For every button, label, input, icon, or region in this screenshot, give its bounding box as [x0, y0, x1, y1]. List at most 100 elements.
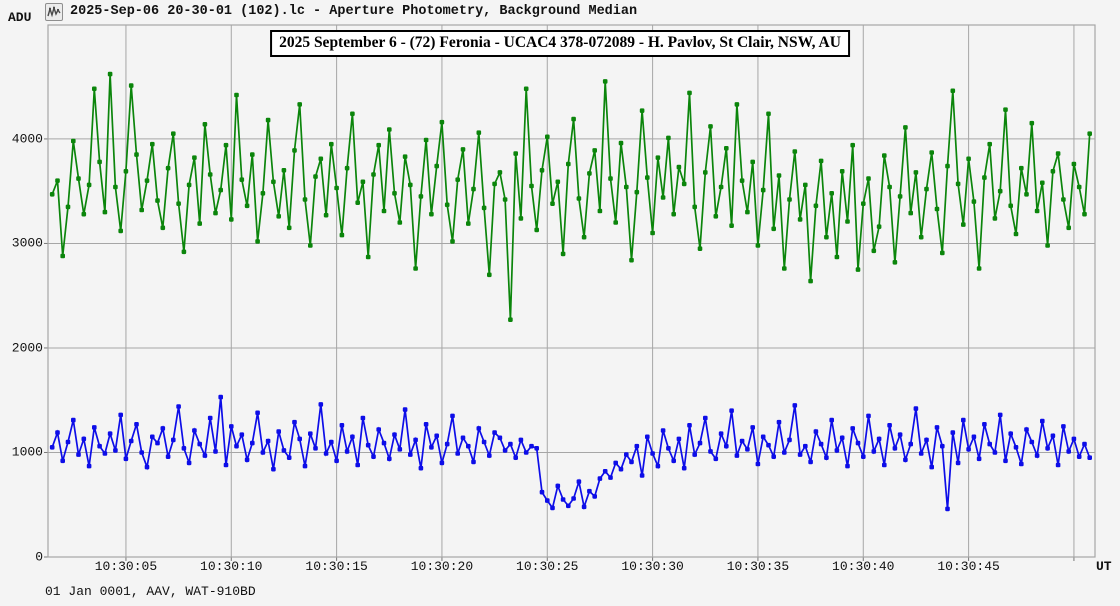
series-blue-point [803, 444, 808, 449]
series-green-point [782, 266, 787, 271]
series-green-point [777, 173, 782, 178]
series-green-point [908, 211, 913, 216]
series-green-point [882, 153, 887, 158]
series-blue-point [60, 459, 65, 464]
series-green-point [282, 168, 287, 173]
series-blue-point [424, 422, 429, 427]
series-green-point [213, 211, 218, 216]
series-green-point [1040, 181, 1045, 186]
series-green-point [366, 255, 371, 260]
series-green-point [245, 204, 250, 209]
series-green-point [787, 197, 792, 202]
series-blue-point [503, 448, 508, 453]
series-green-point [819, 159, 824, 164]
series-green-point [492, 182, 497, 187]
series-green-point [345, 166, 350, 171]
series-green-point [118, 229, 123, 234]
series-green-point [1030, 121, 1035, 126]
series-blue-point [929, 465, 934, 470]
series-blue-point [213, 449, 218, 454]
series-blue-point [224, 463, 229, 468]
series-green-point [750, 160, 755, 165]
light-curve-plot [0, 0, 1120, 606]
series-green-point [692, 205, 697, 210]
series-green-point [929, 150, 934, 155]
series-blue-point [671, 459, 676, 464]
series-blue-point [908, 442, 913, 447]
series-blue-point [814, 429, 819, 434]
series-green-point [677, 165, 682, 170]
series-green-point [50, 192, 55, 197]
series-blue-point [750, 425, 755, 430]
series-blue-point [334, 459, 339, 464]
series-blue-point [97, 444, 102, 449]
series-green-point [498, 170, 503, 175]
series-blue-point [635, 444, 640, 449]
series-green-point [761, 188, 766, 193]
series-green-point [208, 172, 213, 177]
series-green-point [97, 160, 102, 165]
series-green-point [972, 199, 977, 204]
series-green-point [556, 180, 561, 185]
series-green-point [113, 185, 118, 190]
series-blue-point [161, 426, 166, 431]
series-blue-point [398, 447, 403, 452]
series-blue-point [714, 457, 719, 462]
series-green-point [893, 260, 898, 265]
series-green-point [382, 209, 387, 214]
series-green-point [540, 168, 545, 173]
series-green-point [613, 220, 618, 225]
series-green-point [1051, 169, 1056, 174]
series-blue-point [587, 489, 592, 494]
series-blue-point [498, 436, 503, 441]
series-blue-point [571, 496, 576, 501]
series-blue-point [208, 416, 213, 421]
series-green-point [355, 200, 360, 205]
series-green-point [182, 250, 187, 255]
series-blue-point [434, 434, 439, 439]
series-green-point [60, 254, 65, 259]
series-blue-point [118, 413, 123, 418]
series-green-point [513, 151, 518, 156]
series-green-point [76, 176, 81, 181]
series-blue-point [603, 469, 608, 474]
series-green-point [534, 228, 539, 233]
series-green-point [803, 183, 808, 188]
series-green-point [1066, 226, 1071, 231]
series-green-point [287, 226, 292, 231]
series-blue-line [52, 397, 1090, 509]
series-green-point [861, 201, 866, 206]
series-blue-point [187, 461, 192, 466]
series-blue-point [466, 444, 471, 449]
series-green-point [698, 246, 703, 251]
series-green-line [52, 74, 1090, 320]
series-green-point [645, 175, 650, 180]
series-blue-point [508, 442, 513, 447]
series-green-point [940, 251, 945, 256]
series-blue-point [861, 454, 866, 459]
series-blue-point [777, 420, 782, 425]
series-blue-point [782, 450, 787, 455]
series-blue-point [1035, 453, 1040, 458]
series-green-point [87, 183, 92, 188]
series-blue-point [1019, 462, 1024, 467]
series-blue-point [382, 441, 387, 446]
series-blue-point [766, 443, 771, 448]
series-green-point [1087, 131, 1092, 136]
series-blue-point [945, 507, 950, 512]
series-green-point [324, 213, 329, 218]
series-blue-point [972, 435, 977, 440]
series-blue-point [403, 407, 408, 412]
series-green-point [740, 178, 745, 183]
series-green-point [966, 157, 971, 162]
series-blue-point [650, 451, 655, 456]
series-blue-point [303, 464, 308, 469]
series-green-point [877, 224, 882, 229]
series-blue-point [724, 444, 729, 449]
series-green-point [92, 87, 97, 92]
series-green-point [1056, 151, 1061, 156]
series-blue-point [1082, 442, 1087, 447]
series-blue-point [677, 437, 682, 442]
series-blue-point [176, 404, 181, 409]
series-blue-point [182, 446, 187, 451]
